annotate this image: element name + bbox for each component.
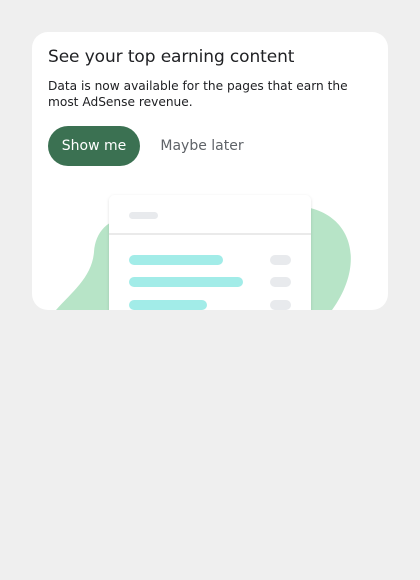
card-title: See your top earning content bbox=[48, 47, 295, 67]
show-me-button[interactable]: Show me bbox=[48, 126, 140, 166]
row-2-value bbox=[270, 277, 291, 287]
row-1-bar bbox=[129, 255, 223, 265]
report-table-illustration bbox=[56, 195, 351, 310]
panel-header-bar bbox=[129, 212, 158, 219]
card-description: Data is now available for the pages that… bbox=[48, 79, 348, 109]
maybe-later-button[interactable]: Maybe later bbox=[152, 126, 252, 166]
top-earning-promo-card: See your top earning content Data is now… bbox=[32, 32, 388, 310]
row-2-bar bbox=[129, 277, 243, 287]
row-1-value bbox=[270, 255, 291, 265]
row-3-value bbox=[270, 300, 291, 310]
row-3-bar bbox=[129, 300, 207, 310]
